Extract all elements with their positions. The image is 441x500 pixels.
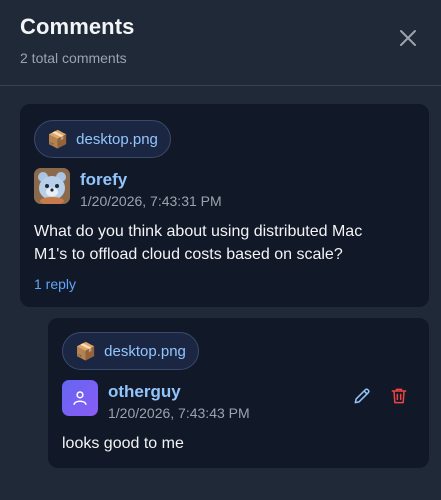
attachment-chip[interactable]: 📦 desktop.png [34, 120, 171, 158]
comment-timestamp: 1/20/2026, 7:43:43 PM [108, 405, 250, 421]
comment-count: 2 total comments [20, 50, 127, 66]
attachment-filename: desktop.png [104, 342, 186, 360]
avatar [62, 380, 98, 416]
edit-button[interactable] [350, 384, 374, 408]
panel-header: Comments 2 total comments [0, 0, 441, 86]
package-icon: 📦 [75, 341, 97, 361]
close-icon [400, 30, 416, 46]
reply-card: 📦 desktop.png otherguy 1/20/2026, 7:43:4… [48, 318, 429, 468]
comment-timestamp: 1/20/2026, 7:43:31 PM [80, 193, 222, 209]
page-title: Comments [20, 14, 135, 39]
user-icon [73, 391, 87, 406]
delete-button[interactable] [387, 384, 411, 408]
attachment-filename: desktop.png [76, 130, 158, 148]
attachment-chip[interactable]: 📦 desktop.png [62, 332, 199, 370]
comment-author: otherguy [108, 382, 181, 401]
trash-icon [391, 388, 407, 404]
close-button[interactable] [393, 23, 423, 53]
comment-author: forefy [80, 170, 128, 189]
comment-card: 📦 desktop.png forefy 1/20/2026, 7:43:31 … [20, 104, 429, 307]
comment-text-line: What do you think about using distribute… [34, 223, 363, 240]
replies-toggle[interactable]: 1 reply [34, 276, 76, 292]
avatar [34, 168, 70, 204]
comments-panel: Comments 2 total comments 📦 desktop.png [0, 0, 441, 500]
package-icon: 📦 [47, 129, 69, 149]
comment-text: looks good to me [62, 435, 184, 452]
comment-text: What do you think about using distribute… [34, 220, 362, 266]
pencil-icon [354, 388, 370, 404]
comment-text-line: M1's to offload cloud costs based on sca… [34, 246, 343, 263]
bear-avatar-icon [34, 168, 70, 204]
